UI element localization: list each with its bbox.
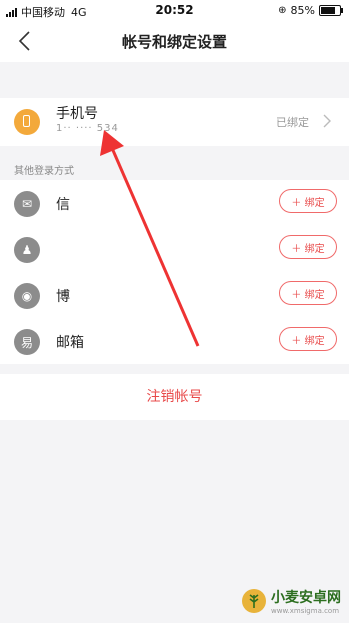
logout-button[interactable]: 注销帐号 — [0, 374, 349, 420]
account-label: 邮箱 — [56, 335, 84, 351]
watermark: 小麦安卓网 www.xmsigma.com — [241, 587, 341, 615]
status-right: ⊕ 85% — [278, 4, 343, 17]
watermark-name: 小麦安卓网 — [271, 590, 341, 606]
list-item-qq: ♟ ＋ 绑定 — [0, 226, 349, 272]
bind-qq-button[interactable]: ＋ 绑定 — [279, 235, 337, 259]
bound-status: 已绑定 — [276, 116, 309, 129]
phone-title: 手机号 — [56, 106, 98, 122]
wechat-icon: ✉ — [14, 191, 40, 217]
battery-percent: 85% — [290, 4, 315, 17]
bind-wechat-button[interactable]: ＋ 绑定 — [279, 189, 337, 213]
battery-icon — [319, 5, 343, 16]
mail-icon: 易 — [14, 329, 40, 355]
lock-rotation-icon: ⊕ — [278, 5, 287, 16]
top-spacer — [0, 62, 349, 98]
account-label: 博 — [56, 289, 70, 305]
account-label: 信 — [56, 197, 70, 213]
status-bar: 中国移动 4G 20:52 ⊕ 85% — [0, 0, 349, 20]
section-label: 其他登录方式 — [14, 166, 74, 177]
bind-weibo-button[interactable]: ＋ 绑定 — [279, 281, 337, 305]
weibo-icon: ◉ — [14, 283, 40, 309]
list-item-wechat: ✉ 信 ＋ 绑定 — [0, 180, 349, 226]
nav-bar: 帐号和绑定设置 — [0, 20, 349, 62]
watermark-text: 小麦安卓网 www.xmsigma.com — [271, 587, 341, 615]
other-login-list: ✉ 信 ＋ 绑定 ♟ ＋ 绑定 ◉ 博 ＋ 绑定 易 邮箱 ＋ 绑定 — [0, 180, 349, 364]
phone-icon — [14, 109, 40, 135]
list-item-mail: 易 邮箱 ＋ 绑定 — [0, 318, 349, 364]
list-item-weibo: ◉ 博 ＋ 绑定 — [0, 272, 349, 318]
phone-binding-row[interactable]: 手机号 1·· ···· 534 已绑定 — [0, 98, 349, 146]
wheat-logo-icon — [242, 589, 266, 613]
page-title: 帐号和绑定设置 — [121, 33, 227, 51]
chevron-right-icon[interactable] — [321, 113, 333, 129]
phone-number: 1·· ···· 534 — [56, 123, 119, 134]
bind-mail-button[interactable]: ＋ 绑定 — [279, 327, 337, 351]
qq-icon: ♟ — [14, 237, 40, 263]
watermark-url: www.xmsigma.com — [271, 607, 340, 615]
